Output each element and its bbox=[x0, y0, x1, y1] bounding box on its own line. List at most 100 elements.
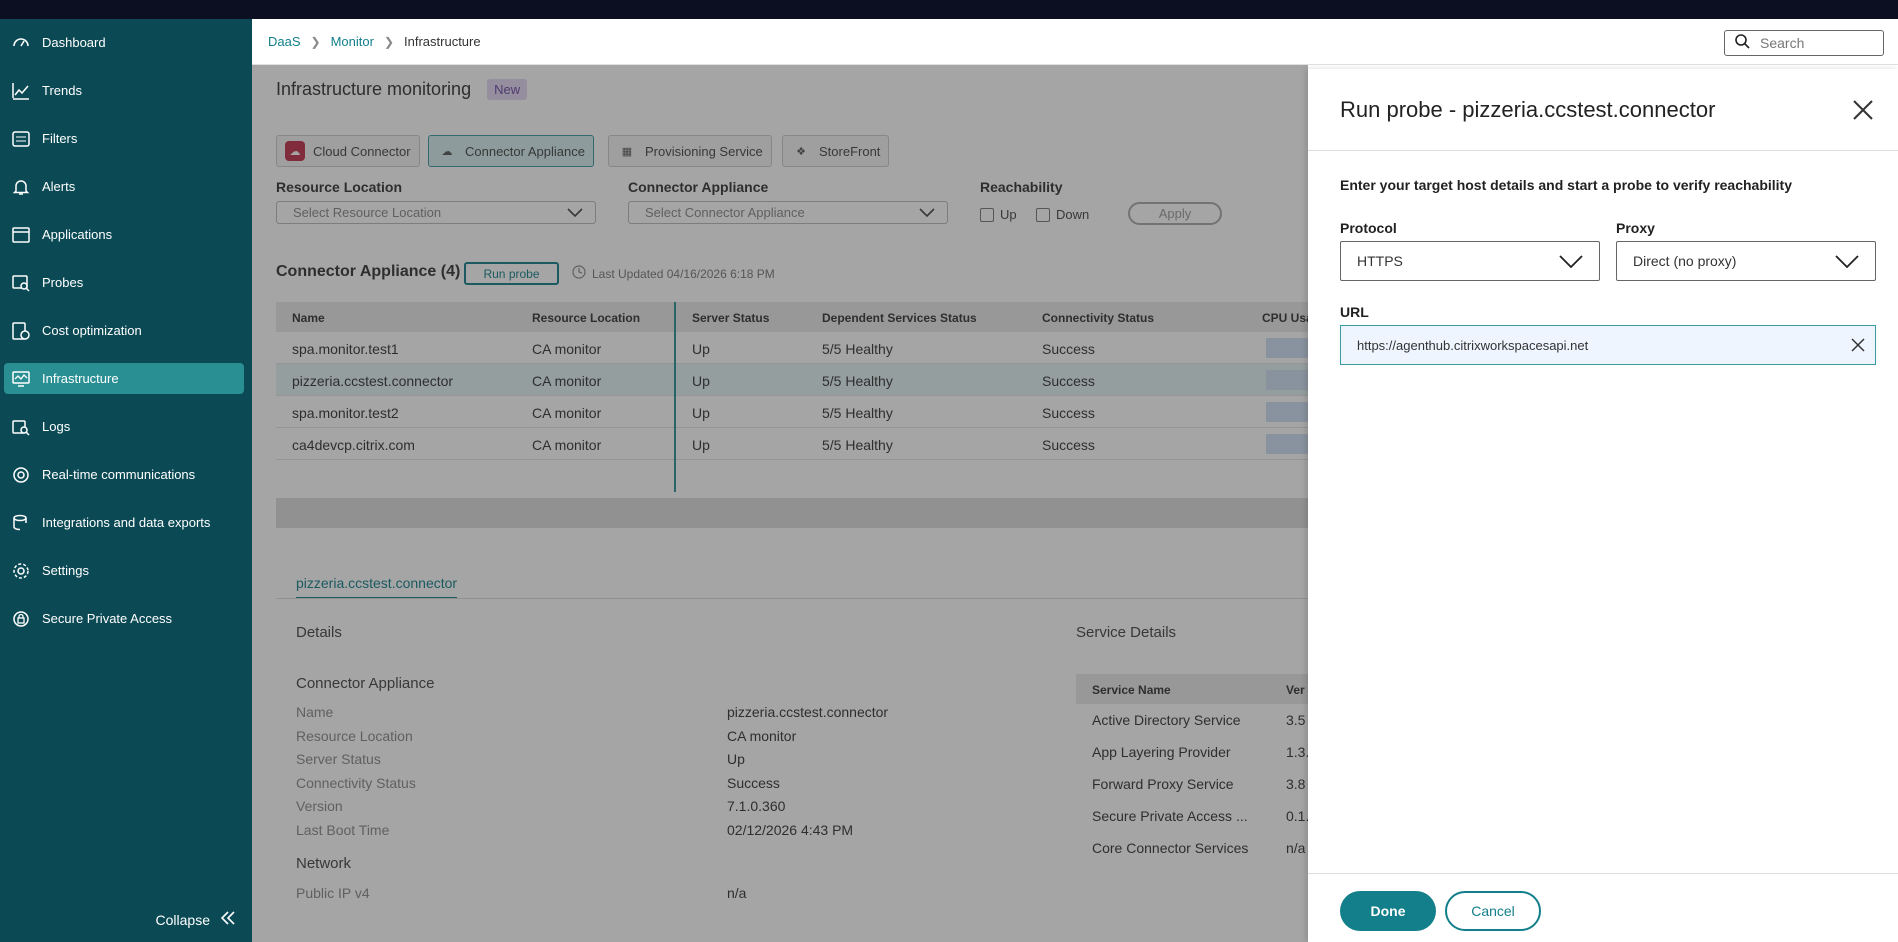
search-input[interactable]: Search bbox=[1724, 30, 1884, 56]
chevrons-left-icon bbox=[220, 911, 236, 928]
cell-name: ca4devcp.citrix.com bbox=[292, 437, 415, 453]
sidebar-item-infrastructure[interactable]: Infrastructure bbox=[4, 363, 244, 394]
down-checkbox[interactable]: Down bbox=[1036, 207, 1089, 222]
sidebar-item-integrations[interactable]: Integrations and data exports bbox=[4, 507, 244, 538]
service-name: Core Connector Services bbox=[1092, 840, 1249, 856]
protocol-select[interactable]: HTTPS bbox=[1340, 241, 1600, 281]
breadcrumb-daas[interactable]: DaaS bbox=[268, 34, 301, 49]
service-table-header: Service Name Ver bbox=[1076, 674, 1316, 704]
chevron-right-icon: ❯ bbox=[310, 34, 321, 49]
detail-key: Last Boot Time bbox=[296, 822, 390, 838]
cell-location: CA monitor bbox=[532, 405, 602, 421]
connector-appliance-select[interactable]: Select Connector Appliance bbox=[628, 201, 948, 224]
col-version[interactable]: Ver bbox=[1286, 683, 1305, 697]
sidebar-item-label: Alerts bbox=[42, 179, 76, 194]
service-name: App Layering Provider bbox=[1092, 744, 1231, 760]
probes-icon bbox=[10, 272, 32, 294]
sidebar-item-logs[interactable]: Logs bbox=[4, 411, 244, 442]
col-cpu[interactable]: CPU Usa bbox=[1262, 311, 1313, 325]
service-version: 1.3. bbox=[1286, 744, 1310, 760]
applications-icon bbox=[10, 224, 32, 246]
sidebar-item-secure-private-access[interactable]: Secure Private Access bbox=[4, 603, 244, 634]
table-row[interactable]: spa.monitor.test1 CA monitor Up 5/5 Heal… bbox=[276, 332, 1316, 364]
run-probe-button[interactable]: Run probe bbox=[464, 262, 559, 285]
sidebar: Dashboard Trends Filters Alerts Applicat… bbox=[0, 19, 252, 942]
cell-status: Up bbox=[692, 437, 710, 453]
logs-icon bbox=[10, 416, 32, 438]
sidebar-item-alerts[interactable]: Alerts bbox=[4, 171, 244, 202]
cancel-button[interactable]: Cancel bbox=[1445, 891, 1541, 931]
proxy-select[interactable]: Direct (no proxy) bbox=[1616, 241, 1876, 281]
sidebar-item-applications[interactable]: Applications bbox=[4, 219, 244, 250]
service-version: n/a bbox=[1286, 840, 1306, 856]
cost-icon bbox=[10, 320, 32, 342]
cell-location: CA monitor bbox=[532, 437, 602, 453]
chip-provisioning-service[interactable]: ▦ Provisioning Service bbox=[608, 135, 772, 167]
sidebar-item-filters[interactable]: Filters bbox=[4, 123, 244, 154]
trends-icon bbox=[10, 80, 32, 102]
breadcrumb-monitor[interactable]: Monitor bbox=[331, 34, 374, 49]
col-service-name[interactable]: Service Name bbox=[1092, 683, 1171, 697]
col-connectivity[interactable]: Connectivity Status bbox=[1042, 311, 1154, 325]
chevron-down-icon bbox=[1559, 254, 1583, 271]
cell-connectivity: Success bbox=[1042, 341, 1095, 357]
section-title: Connector Appliance (4) bbox=[276, 263, 461, 280]
service-row: Secure Private Access ... 0.1. bbox=[1076, 800, 1316, 832]
detail-key: Connectivity Status bbox=[296, 775, 416, 791]
chevron-down-icon bbox=[567, 205, 583, 222]
table-row[interactable]: spa.monitor.test2 CA monitor Up 5/5 Heal… bbox=[276, 396, 1316, 428]
detail-tab[interactable]: pizzeria.ccstest.connector bbox=[296, 575, 458, 599]
chip-label: Connector Appliance bbox=[465, 143, 585, 159]
search-placeholder: Search bbox=[1760, 35, 1805, 51]
connector-appliance-label: Connector Appliance bbox=[628, 179, 769, 195]
apply-button[interactable]: Apply bbox=[1128, 202, 1222, 225]
last-updated: Last Updated 04/16/2026 6:18 PM bbox=[572, 265, 775, 282]
clear-icon[interactable] bbox=[1851, 338, 1865, 355]
panel-title: Run probe - pizzeria.ccstest.connector bbox=[1340, 97, 1716, 122]
chip-cloud-connector[interactable]: ☁ Cloud Connector bbox=[276, 135, 420, 167]
col-dependent-services[interactable]: Dependent Services Status bbox=[822, 311, 977, 325]
cell-dependent: 5/5 Healthy bbox=[822, 373, 893, 389]
service-version: 3.8 bbox=[1286, 776, 1306, 792]
service-name: Secure Private Access ... bbox=[1092, 808, 1248, 824]
sidebar-item-trends[interactable]: Trends bbox=[4, 75, 244, 106]
close-icon[interactable] bbox=[1852, 99, 1874, 126]
url-input[interactable]: https://agenthub.citrixworkspacesapi.net bbox=[1340, 325, 1876, 365]
sidebar-item-label: Infrastructure bbox=[42, 371, 119, 386]
resource-location-select[interactable]: Select Resource Location bbox=[276, 201, 596, 224]
collapse-button[interactable]: Collapse bbox=[156, 911, 236, 928]
sidebar-item-label: Settings bbox=[42, 563, 89, 578]
chip-connector-appliance[interactable]: ☁ Connector Appliance bbox=[428, 135, 594, 167]
url-label: URL bbox=[1340, 304, 1369, 320]
cell-connectivity: Success bbox=[1042, 373, 1095, 389]
col-name[interactable]: Name bbox=[292, 311, 325, 325]
sidebar-item-cost-optimization[interactable]: Cost optimization bbox=[4, 315, 244, 346]
cell-connectivity: Success bbox=[1042, 437, 1095, 453]
sidebar-item-label: Cost optimization bbox=[42, 323, 142, 338]
table-row[interactable]: ca4devcp.citrix.com CA monitor Up 5/5 He… bbox=[276, 428, 1316, 460]
cell-dependent: 5/5 Healthy bbox=[822, 341, 893, 357]
detail-key: Server Status bbox=[296, 751, 381, 767]
col-server-status[interactable]: Server Status bbox=[692, 311, 769, 325]
sidebar-item-dashboard[interactable]: Dashboard bbox=[4, 27, 244, 58]
sidebar-item-real-time-communications[interactable]: Real-time communications bbox=[4, 459, 244, 490]
sidebar-item-label: Trends bbox=[42, 83, 82, 98]
detail-value: n/a bbox=[727, 885, 747, 901]
sidebar-item-settings[interactable]: Settings bbox=[4, 555, 244, 586]
horizontal-scrollbar[interactable] bbox=[276, 498, 1316, 528]
col-resource-location[interactable]: Resource Location bbox=[532, 311, 640, 325]
up-checkbox[interactable]: Up bbox=[980, 207, 1017, 222]
service-name: Forward Proxy Service bbox=[1092, 776, 1234, 792]
sidebar-item-probes[interactable]: Probes bbox=[4, 267, 244, 298]
provisioning-service-icon: ▦ bbox=[621, 145, 633, 158]
details-title: Details bbox=[296, 624, 342, 641]
chevron-down-icon bbox=[1835, 254, 1859, 271]
done-button[interactable]: Done bbox=[1340, 891, 1436, 931]
chip-storefront[interactable]: ❖ StoreFront bbox=[782, 135, 890, 167]
table-row[interactable]: pizzeria.ccstest.connector CA monitor Up… bbox=[276, 364, 1316, 396]
sidebar-item-label: Real-time communications bbox=[42, 467, 196, 482]
down-label: Down bbox=[1056, 207, 1090, 222]
breadcrumb: DaaS ❯ Monitor ❯ Infrastructure bbox=[268, 34, 481, 49]
detail-value: pizzeria.ccstest.connector bbox=[727, 704, 889, 720]
up-label: Up bbox=[1000, 207, 1017, 222]
